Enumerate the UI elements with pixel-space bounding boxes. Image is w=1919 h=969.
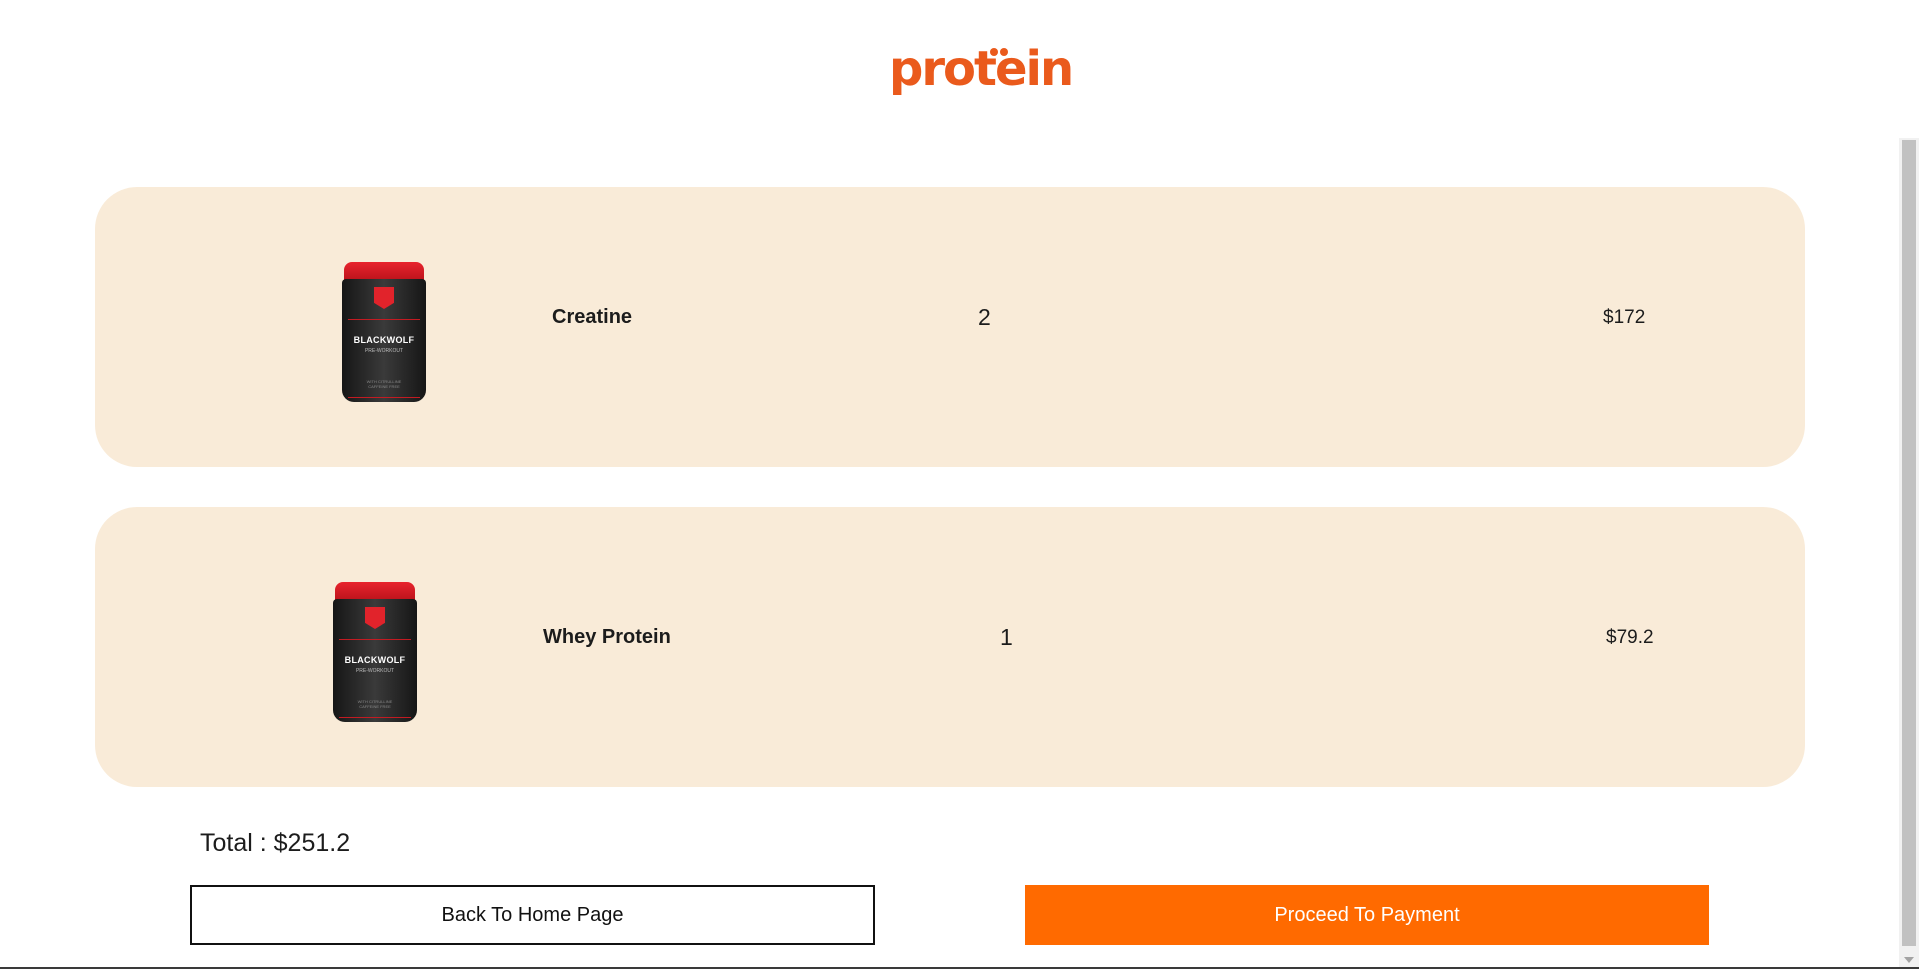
product-image-brand: BLACKWOLF [344,655,406,665]
item-price: $172 [1603,307,1646,328]
item-quantity: 2 [978,304,991,330]
product-image-brand: BLACKWOLF [353,335,415,345]
product-image-fine-print: CAFFEINE FREE [368,384,400,389]
product-image: BLACKWOLF PRE-WORKOUT WITH CITRULLINE CAF… [333,582,417,722]
logo[interactable]: protein [889,44,1074,94]
cart-item: BLACKWOLF PRE-WORKOUT WITH CITRULLINE CAF… [95,187,1805,467]
scrollbar-thumb[interactable] [1902,140,1916,946]
item-name: Creatine [552,306,633,328]
brand-logo-icon [374,287,394,309]
proceed-to-payment-button[interactable]: Proceed To Payment [1025,885,1709,945]
product-image-fine-print: CAFFEINE FREE [359,704,391,709]
product-image-subtitle: PRE-WORKOUT [364,348,404,354]
back-to-home-button[interactable]: Back To Home Page [190,885,875,945]
cart-item: BLACKWOLF PRE-WORKOUT WITH CITRULLINE CAF… [95,507,1805,787]
logo-dots-icon [990,48,1008,56]
item-price: $79.2 [1606,627,1654,648]
scrollbar[interactable] [1899,138,1919,969]
cart-total: Total : $251.2 [200,829,351,857]
logo-text: protein [889,41,1074,97]
item-quantity: 1 [1000,624,1013,650]
product-image-subtitle: PRE-WORKOUT [355,668,395,674]
item-name: Whey Protein [543,626,671,648]
brand-logo-icon [365,607,385,629]
scroll-down-arrow-icon[interactable] [1904,957,1914,963]
product-image: BLACKWOLF PRE-WORKOUT WITH CITRULLINE CAF… [342,262,426,402]
